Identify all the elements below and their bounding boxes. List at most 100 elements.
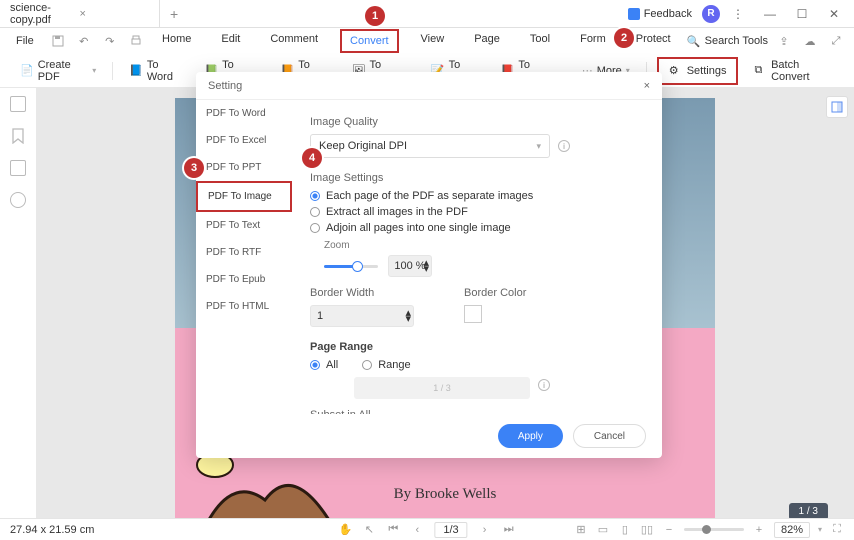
redo-icon[interactable]: ↷ (100, 31, 120, 51)
avatar[interactable]: R (702, 5, 720, 23)
page-counter[interactable]: 1/3 (434, 522, 467, 538)
properties-panel-icon[interactable] (826, 96, 848, 118)
zoom-out-icon[interactable]: − (662, 523, 676, 537)
menu-tool[interactable]: Tool (522, 29, 558, 53)
hand-tool-icon[interactable]: ✋ (338, 523, 352, 537)
two-page-icon[interactable]: ▯▯ (640, 523, 654, 537)
side-pdf-to-rtf[interactable]: PDF To RTF (196, 239, 292, 266)
slider-thumb[interactable] (352, 261, 363, 272)
stepper-icon[interactable]: ▴▾ (423, 260, 429, 272)
attachments-icon[interactable] (10, 160, 26, 176)
first-page-icon[interactable]: ⏮ (386, 523, 400, 537)
zoom-slider[interactable] (324, 265, 378, 268)
fit-page-icon[interactable]: ▭ (596, 523, 610, 537)
menu-comment[interactable]: Comment (262, 29, 326, 53)
maximize-icon[interactable]: ☐ (788, 0, 816, 28)
gear-icon: ⚙ (669, 64, 683, 78)
modal-close-icon[interactable]: × (644, 80, 650, 92)
chevron-down-icon: ▾ (536, 141, 541, 152)
chevron-down-icon[interactable]: ▾ (818, 525, 822, 534)
modal-footer: Apply Cancel (196, 414, 662, 458)
menu-view[interactable]: View (413, 29, 453, 53)
share-icon[interactable]: ⇪ (774, 31, 794, 51)
page-author-text: By Brooke Wells (175, 486, 715, 503)
create-icon: 📄 (20, 64, 34, 78)
menu-convert[interactable]: Convert (340, 29, 399, 53)
side-pdf-to-html[interactable]: PDF To HTML (196, 293, 292, 320)
image-quality-label: Image Quality (310, 116, 644, 128)
side-pdf-to-word[interactable]: PDF To Word (196, 100, 292, 127)
image-quality-select[interactable]: Keep Original DPI▾ (310, 134, 550, 158)
opt-extract-images[interactable]: Extract all images in the PDF (310, 206, 644, 218)
feedback-button[interactable]: Feedback (622, 6, 698, 22)
opt-separate-images[interactable]: Each page of the PDF as separate images (310, 190, 644, 202)
modal-title: Setting (208, 80, 242, 92)
zoom-label: Zoom (324, 240, 644, 251)
search-panel-icon[interactable] (10, 192, 26, 208)
document-tab[interactable]: science-copy.pdf × (0, 0, 160, 28)
fit-width-icon[interactable]: ⊞ (574, 523, 588, 537)
range-all[interactable]: All (310, 359, 338, 371)
side-pdf-to-excel[interactable]: PDF To Excel (196, 127, 292, 154)
radio-icon (362, 360, 372, 370)
zoom-value-box[interactable]: 100 %▴▾ (388, 255, 432, 277)
print-icon[interactable] (126, 31, 146, 51)
next-page-icon[interactable]: › (478, 523, 492, 537)
expand-icon[interactable]: ⤢ (826, 31, 846, 51)
minimize-icon[interactable]: — (756, 0, 784, 28)
prev-page-icon[interactable]: ‹ (410, 523, 424, 537)
side-pdf-to-text[interactable]: PDF To Text (196, 212, 292, 239)
save-icon[interactable] (48, 31, 68, 51)
last-page-icon[interactable]: ⏭ (502, 523, 516, 537)
info-icon[interactable]: i (538, 379, 550, 391)
kebab-menu-icon[interactable]: ⋮ (724, 0, 752, 28)
menu-home[interactable]: Home (154, 29, 199, 53)
menu-protect[interactable]: Protect (628, 29, 679, 53)
close-tab-icon[interactable]: × (80, 8, 150, 20)
zoom-slider[interactable] (684, 528, 744, 531)
close-window-icon[interactable]: ✕ (820, 0, 848, 28)
batch-convert-button[interactable]: ⧉Batch Convert (748, 56, 840, 86)
side-pdf-to-ppt[interactable]: PDF To PPT (196, 154, 292, 181)
radio-icon (310, 207, 320, 217)
select-tool-icon[interactable]: ↖ (362, 523, 376, 537)
menu-edit[interactable]: Edit (213, 29, 248, 53)
menu-page[interactable]: Page (466, 29, 508, 53)
menubar: File ↶ ↷ Home Edit Comment Convert View … (0, 28, 854, 54)
modal-content: Image Quality Keep Original DPI▾ i Image… (292, 100, 662, 414)
border-color-label: Border Color (464, 287, 526, 299)
callout-3: 3 (184, 158, 204, 178)
border-color-swatch[interactable] (464, 305, 482, 323)
apply-button[interactable]: Apply (498, 424, 563, 448)
border-width-input[interactable]: 1▴▾ (310, 305, 414, 327)
cloud-icon[interactable]: ☁ (800, 31, 820, 51)
settings-modal: Setting × PDF To Word PDF To Excel PDF T… (196, 72, 662, 458)
stepper-icon[interactable]: ▴▾ (405, 310, 411, 322)
tab-title: science-copy.pdf (10, 2, 80, 26)
single-page-icon[interactable]: ▯ (618, 523, 632, 537)
titlebar: science-copy.pdf × + Feedback R ⋮ — ☐ ✕ (0, 0, 854, 28)
new-tab-button[interactable]: + (160, 6, 188, 22)
thumbnails-icon[interactable] (10, 96, 26, 112)
menu-form[interactable]: Form (572, 29, 614, 53)
cancel-button[interactable]: Cancel (573, 424, 646, 448)
fullscreen-icon[interactable]: ⛶ (830, 523, 844, 537)
side-pdf-to-image[interactable]: PDF To Image (196, 181, 292, 212)
undo-icon[interactable]: ↶ (74, 31, 94, 51)
info-icon[interactable]: i (558, 140, 570, 152)
search-tools[interactable]: 🔍 Search Tools (687, 35, 768, 48)
border-width-label: Border Width (310, 287, 414, 299)
zoom-thumb[interactable] (702, 525, 711, 534)
opt-adjoin-single[interactable]: Adjoin all pages into one single image (310, 222, 644, 234)
to-word-button[interactable]: 📘To Word (123, 56, 188, 86)
side-pdf-to-epub[interactable]: PDF To Epub (196, 266, 292, 293)
zoom-level[interactable]: 82% (774, 522, 810, 538)
range-range[interactable]: Range (362, 359, 410, 371)
search-icon: 🔍 (687, 35, 701, 48)
create-pdf-button[interactable]: 📄Create PDF▾ (14, 56, 102, 86)
file-menu[interactable]: File (8, 33, 42, 49)
range-input[interactable]: 1 / 3 (354, 377, 530, 399)
bookmark-icon[interactable] (12, 128, 24, 144)
zoom-in-icon[interactable]: + (752, 523, 766, 537)
settings-button[interactable]: ⚙Settings (657, 57, 739, 85)
